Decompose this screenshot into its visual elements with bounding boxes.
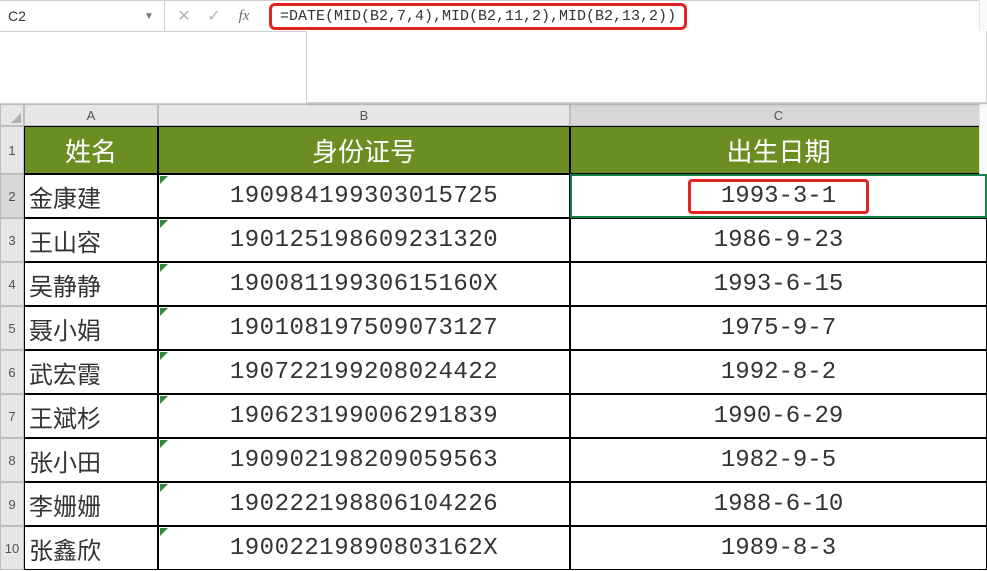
cell-a6[interactable]: 武宏霞 [24, 350, 158, 394]
cell-c10-text: 1989-8-3 [721, 535, 836, 562]
cell-c4[interactable]: 1993-6-15 [570, 262, 987, 306]
cell-a6-text: 武宏霞 [29, 355, 101, 390]
enter-icon[interactable]: ✓ [199, 1, 229, 31]
column-header-a[interactable]: A [24, 104, 158, 126]
table-header-dob[interactable]: 出生日期 [570, 126, 987, 174]
row-header-4[interactable]: 4 [0, 262, 24, 306]
row-header-2[interactable]: 2 [0, 174, 24, 218]
formula-bar-buttons: ✕ ✓ fx [165, 1, 263, 31]
cell-b9-text: 190222198806104226 [230, 491, 498, 518]
cell-b8[interactable]: 190902198209059563 [158, 438, 570, 482]
cell-b2[interactable]: 190984199303015725 [158, 174, 570, 218]
cell-c5[interactable]: 1975-9-7 [570, 306, 987, 350]
cell-c7[interactable]: 1990-6-29 [570, 394, 987, 438]
cell-c3-text: 1986-9-23 [714, 227, 844, 254]
cell-b6-text: 190722199208024422 [230, 359, 498, 386]
cell-a8-text: 张小田 [29, 443, 101, 478]
select-all-corner[interactable] [0, 104, 24, 126]
cell-b8-text: 190902198209059563 [230, 447, 498, 474]
cell-c8[interactable]: 1982-9-5 [570, 438, 987, 482]
cell-a10-text: 张鑫欣 [29, 531, 101, 566]
cell-c6-text: 1992-8-2 [721, 359, 836, 386]
cell-b10[interactable]: 19002219890803162X [158, 526, 570, 570]
column-header-c[interactable]: C [570, 104, 987, 126]
cell-a5[interactable]: 聂小娟 [24, 306, 158, 350]
cell-c10[interactable]: 1989-8-3 [570, 526, 987, 570]
row-header-8[interactable]: 8 [0, 438, 24, 482]
cell-a3-text: 王山容 [29, 223, 101, 258]
cell-c8-text: 1982-9-5 [721, 447, 836, 474]
cell-b4-text: 19008119930615160X [230, 271, 498, 298]
cell-b3[interactable]: 190125198609231320 [158, 218, 570, 262]
row-header-10[interactable]: 10 [0, 526, 24, 570]
cell-b10-text: 19002219890803162X [230, 535, 498, 562]
cell-a4-text: 吴静静 [29, 267, 101, 302]
column-header-b[interactable]: B [158, 104, 570, 126]
cell-b3-text: 190125198609231320 [230, 227, 498, 254]
cell-a9-text: 李姗姗 [29, 487, 101, 522]
cell-b4[interactable]: 19008119930615160X [158, 262, 570, 306]
cell-a5-text: 聂小娟 [29, 311, 101, 346]
cell-b9[interactable]: 190222198806104226 [158, 482, 570, 526]
cell-b7[interactable]: 190623199006291839 [158, 394, 570, 438]
row-header-9[interactable]: 9 [0, 482, 24, 526]
formula-bar: C2 ▼ ✕ ✓ fx =DATE(MID(B2,7,4),MID(B2,11,… [0, 0, 987, 32]
table-header-id[interactable]: 身份证号 [158, 126, 570, 174]
cell-c6[interactable]: 1992-8-2 [570, 350, 987, 394]
row-header-6[interactable]: 6 [0, 350, 24, 394]
cell-c3[interactable]: 1986-9-23 [570, 218, 987, 262]
cell-b5[interactable]: 190108197509073127 [158, 306, 570, 350]
row-header-3[interactable]: 3 [0, 218, 24, 262]
cell-c5-text: 1975-9-7 [721, 315, 836, 342]
name-box-dropdown-icon[interactable]: ▼ [142, 9, 156, 23]
table-header-name[interactable]: 姓名 [24, 126, 158, 174]
cell-a7-text: 王斌杉 [29, 399, 101, 434]
formula-input[interactable]: =DATE(MID(B2,7,4),MID(B2,11,2),MID(B2,13… [269, 3, 687, 30]
cell-c9[interactable]: 1988-6-10 [570, 482, 987, 526]
cell-a2-text: 金康建 [29, 179, 101, 214]
cell-b5-text: 190108197509073127 [230, 315, 498, 342]
cell-b7-text: 190623199006291839 [230, 403, 498, 430]
cell-a10[interactable]: 张鑫欣 [24, 526, 158, 570]
cancel-icon[interactable]: ✕ [169, 1, 199, 31]
cell-c4-text: 1993-6-15 [714, 271, 844, 298]
cell-a8[interactable]: 张小田 [24, 438, 158, 482]
cell-a7[interactable]: 王斌杉 [24, 394, 158, 438]
cell-a9[interactable]: 李姗姗 [24, 482, 158, 526]
cell-c2[interactable]: 1993-3-1 [570, 174, 987, 218]
row-header-7[interactable]: 7 [0, 394, 24, 438]
formula-input-wrap[interactable]: =DATE(MID(B2,7,4),MID(B2,11,2),MID(B2,13… [263, 1, 963, 31]
cell-c2-text: 1993-3-1 [688, 179, 869, 214]
spreadsheet-grid: A B C 1 姓名 身份证号 出生日期 2 金康建 1909841993030… [0, 104, 987, 570]
row-header-5[interactable]: 5 [0, 306, 24, 350]
row-header-1[interactable]: 1 [0, 126, 24, 174]
cell-c7-text: 1990-6-29 [714, 403, 844, 430]
cell-a4[interactable]: 吴静静 [24, 262, 158, 306]
formula-bar-expanded-area [0, 32, 987, 104]
name-box-value: C2 [8, 8, 26, 24]
cell-b2-text: 190984199303015725 [230, 183, 498, 210]
cell-a2[interactable]: 金康建 [24, 174, 158, 218]
cell-c9-text: 1988-6-10 [714, 491, 844, 518]
insert-function-button[interactable]: fx [229, 1, 259, 31]
name-box[interactable]: C2 ▼ [0, 1, 165, 31]
cell-b6[interactable]: 190722199208024422 [158, 350, 570, 394]
cell-a3[interactable]: 王山容 [24, 218, 158, 262]
